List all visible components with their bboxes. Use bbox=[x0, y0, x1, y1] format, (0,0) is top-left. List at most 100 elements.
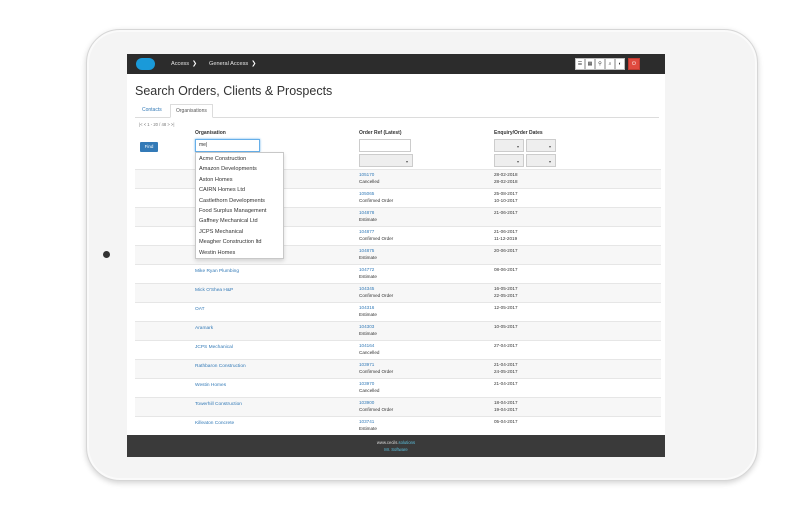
column-header-dates[interactable]: Enquiry/Order Dates bbox=[494, 130, 543, 136]
column-header-organisation[interactable]: Organisation bbox=[195, 130, 226, 136]
tab-bar: Contacts Organisations bbox=[135, 104, 659, 118]
order-status-select[interactable]: ▾ bbox=[359, 154, 413, 167]
order-ref-link[interactable]: 105170 bbox=[359, 172, 374, 177]
order-date-to-select[interactable]: ▾ bbox=[526, 154, 556, 167]
organisation-autocomplete: Acme Construction Amazon Developments As… bbox=[195, 152, 284, 259]
enquiry-date: 18-04-2017 bbox=[494, 400, 518, 405]
order-date-from-select[interactable]: ▾ bbox=[494, 154, 524, 167]
power-icon[interactable]: ⏻ bbox=[628, 58, 640, 70]
organisation-link[interactable]: Rathbaron Construction bbox=[195, 364, 246, 369]
enquiry-date: 25-08-2017 bbox=[494, 191, 518, 196]
order-ref-link[interactable]: 104303 bbox=[359, 324, 374, 329]
autocomplete-option[interactable]: CAIRN Homes Ltd bbox=[196, 185, 283, 195]
order-date: 22-05-2017 bbox=[494, 293, 518, 298]
organisation-link[interactable]: Killeaton Concrete bbox=[195, 421, 234, 426]
order-status: Confirmed Order bbox=[359, 407, 394, 412]
tab-contacts[interactable]: Contacts bbox=[137, 104, 167, 118]
order-ref-link[interactable]: 104164 bbox=[359, 343, 374, 348]
table-row: Westin Homes 103970 Cancelled 21-04-2017 bbox=[135, 378, 661, 397]
order-status: Estimate bbox=[359, 255, 377, 260]
order-status: Confirmed Order bbox=[359, 198, 394, 203]
autocomplete-option[interactable]: Aston Homes bbox=[196, 175, 283, 185]
tab-organisations[interactable]: Organisations bbox=[170, 104, 213, 118]
find-button[interactable]: Find bbox=[140, 142, 158, 152]
page-title: Search Orders, Clients & Prospects bbox=[135, 84, 333, 98]
order-status: Estimate bbox=[359, 426, 377, 431]
footer-website[interactable]: www.cecils.solutions bbox=[127, 440, 665, 445]
enquiry-date: 12-05-2017 bbox=[494, 305, 518, 310]
camera-dot bbox=[103, 251, 110, 258]
enquiry-date: 05-04-2017 bbox=[494, 419, 518, 424]
nav-toolbar: ☰ ▦ ⚲ ⌕ ◐ ⏻ bbox=[575, 58, 640, 70]
breadcrumb-general-access[interactable]: General Access ❯ bbox=[209, 54, 256, 74]
organisation-link[interactable]: Westin Homes bbox=[195, 383, 226, 388]
footer-credit[interactable]: Mr. Software bbox=[127, 447, 665, 452]
enquiry-date: 21-06-2017 bbox=[494, 229, 518, 234]
order-ref-link[interactable]: 104772 bbox=[359, 267, 374, 272]
enquiry-date: 21-04-2017 bbox=[494, 362, 518, 367]
organisation-link[interactable]: JCPS Mechanical bbox=[195, 345, 233, 350]
order-status: Estimate bbox=[359, 217, 377, 222]
enquiry-date: 21-04-2017 bbox=[494, 381, 518, 386]
grid-icon[interactable]: ▦ bbox=[585, 58, 595, 70]
pin-icon[interactable]: ⚲ bbox=[595, 58, 605, 70]
column-header-order-ref[interactable]: Order Ref (Latest) bbox=[359, 130, 402, 136]
table-row: OAT 104316 Estimate 12-05-2017 bbox=[135, 302, 661, 321]
search-icon[interactable]: ⌕ bbox=[605, 58, 615, 70]
organisation-search-input[interactable]: me| bbox=[195, 139, 260, 152]
salesforce-logo-icon[interactable] bbox=[136, 58, 155, 70]
pagination[interactable]: |< < 1 - 20 / 48 > >| bbox=[139, 122, 174, 127]
chevron-down-icon: ▾ bbox=[516, 144, 519, 149]
organisation-link[interactable]: Mick O'Shea H&P bbox=[195, 288, 233, 293]
chevron-down-icon: ▾ bbox=[405, 159, 408, 164]
order-ref-link[interactable]: 104345 bbox=[359, 286, 374, 291]
contrast-icon[interactable]: ◐ bbox=[615, 58, 625, 70]
organisation-link[interactable]: Aramark bbox=[195, 326, 213, 331]
enquiry-date: 27-04-2017 bbox=[494, 343, 518, 348]
autocomplete-option[interactable]: Westin Homes bbox=[196, 248, 283, 258]
date-to-select[interactable]: ▾ bbox=[526, 139, 556, 152]
order-ref-input[interactable] bbox=[359, 139, 411, 152]
chevron-down-icon: ▾ bbox=[548, 159, 551, 164]
autocomplete-option[interactable]: JCPS Mechanical bbox=[196, 227, 283, 237]
enquiry-date: 28-02-2018 bbox=[494, 172, 518, 177]
organisation-link[interactable]: Mike Ryan Plumbing bbox=[195, 269, 239, 274]
order-date: 11-12-2019 bbox=[494, 236, 518, 241]
organisation-link[interactable]: Towerhill Construction bbox=[195, 402, 242, 407]
order-ref-link[interactable]: 104875 bbox=[359, 248, 374, 253]
order-ref-link[interactable]: 103741 bbox=[359, 419, 374, 424]
order-ref-link[interactable]: 104316 bbox=[359, 305, 374, 310]
autocomplete-option[interactable]: Food Surplus Management bbox=[196, 206, 283, 216]
autocomplete-option[interactable]: Castlethorn Developments bbox=[196, 196, 283, 206]
table-row: Rathbaron Construction 103971 Confirmed … bbox=[135, 359, 661, 378]
enquiry-date: 16-05-2017 bbox=[494, 286, 518, 291]
order-ref-link[interactable]: 103970 bbox=[359, 381, 374, 386]
order-ref-link[interactable]: 104877 bbox=[359, 229, 374, 234]
autocomplete-option[interactable]: Acme Construction bbox=[196, 154, 283, 164]
table-row: Towerhill Construction 103900 Confirmed … bbox=[135, 397, 661, 416]
order-ref-link[interactable]: 104878 bbox=[359, 210, 374, 215]
order-ref-link[interactable]: 105065 bbox=[359, 191, 374, 196]
order-status: Cancelled bbox=[359, 350, 380, 355]
table-row: Killeaton Concrete 103741 Estimate 05-04… bbox=[135, 416, 661, 435]
order-status: Cancelled bbox=[359, 388, 380, 393]
order-status: Estimate bbox=[359, 331, 377, 336]
autocomplete-option[interactable]: Amazon Developments bbox=[196, 164, 283, 174]
table-row: Mike Ryan Plumbing 104772 Estimate 08-06… bbox=[135, 264, 661, 283]
order-date: 19-04-2017 bbox=[494, 407, 518, 412]
enquiry-date: 20-06-2017 bbox=[494, 248, 518, 253]
enquiry-date: 08-06-2017 bbox=[494, 267, 518, 272]
autocomplete-option[interactable]: Gaffney Mechanical Ltd bbox=[196, 216, 283, 226]
order-ref-link[interactable]: 103900 bbox=[359, 400, 374, 405]
order-status: Confirmed Order bbox=[359, 369, 394, 374]
chevron-down-icon: ▾ bbox=[516, 159, 519, 164]
organisation-link[interactable]: OAT bbox=[195, 307, 205, 312]
table-row: Aramark 104303 Estimate 10-05-2017 bbox=[135, 321, 661, 340]
order-ref-link[interactable]: 103971 bbox=[359, 362, 374, 367]
order-date: 24-05-2017 bbox=[494, 369, 518, 374]
menu-icon[interactable]: ☰ bbox=[575, 58, 585, 70]
app-screen: Access ❯ General Access ❯ ☰ ▦ ⚲ ⌕ ◐ ⏻ Sear… bbox=[127, 54, 665, 457]
date-from-select[interactable]: ▾ bbox=[494, 139, 524, 152]
breadcrumb-access[interactable]: Access ❯ bbox=[171, 54, 197, 74]
autocomplete-option[interactable]: Meagher Construction ltd bbox=[196, 237, 283, 247]
